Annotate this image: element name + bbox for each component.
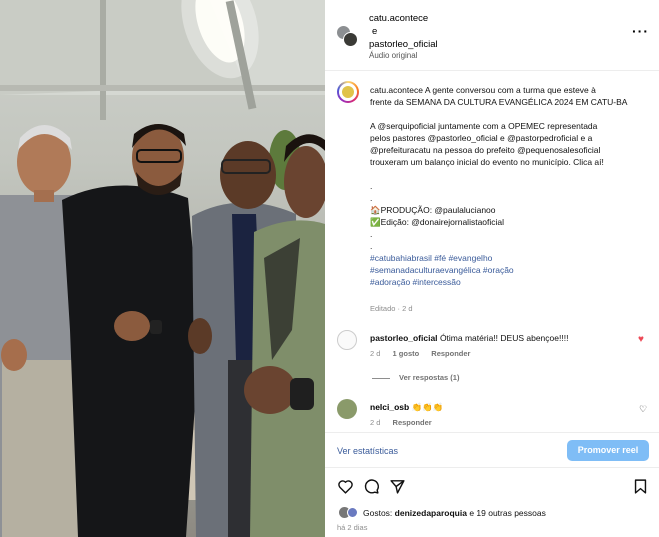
caption-line: trouxeram um balanço inicial do evento n…	[370, 157, 604, 167]
stats-bar: Ver estatísticas Promover reel	[325, 432, 659, 468]
liked-heart-icon[interactable]: ♥	[638, 334, 644, 345]
comment-meta: 2 d 1 gosto Responder	[370, 349, 470, 358]
likes-rest[interactable]: e 19 outras pessoas	[469, 508, 546, 518]
comment-1: pastorleo_oficial Ótima matéria!! DEUS a…	[325, 322, 659, 392]
audio-label[interactable]: Áudio original	[369, 51, 417, 60]
reply-button[interactable]: Responder	[431, 349, 470, 358]
comment-avatar[interactable]	[337, 399, 357, 419]
caption-line: frente da SEMANA DA CULTURA EVANGÉLICA 2…	[370, 97, 628, 107]
caption-hashtags[interactable]: #catubahiabrasil #fé #evangelho	[370, 252, 655, 264]
comment-icon[interactable]	[363, 478, 380, 495]
photo-illustration	[0, 0, 325, 537]
caption-line	[370, 108, 655, 120]
avatar-pastorleo[interactable]	[343, 32, 358, 47]
header-conjunction: e	[372, 26, 378, 37]
caption-line: .	[370, 193, 373, 203]
comment-avatar[interactable]	[337, 330, 357, 350]
likes-prefix: Gostos:	[363, 508, 393, 518]
post-side-panel: catu.acontece e pastorleo_oficial Áudio …	[325, 0, 659, 537]
comment-likes[interactable]: 1 gosto	[393, 349, 420, 358]
caption-line	[370, 168, 655, 180]
view-replies-button[interactable]: Ver respostas (1)	[372, 373, 459, 382]
comment-username[interactable]: nelci_osb	[370, 402, 409, 412]
caption: catu.acontece A gente conversou com a tu…	[325, 71, 659, 321]
header-username-1[interactable]: catu.acontece	[369, 13, 428, 24]
header-username-2[interactable]: pastorleo_oficial	[369, 39, 438, 50]
post-photo[interactable]	[0, 0, 325, 537]
caption-line: @prefeituracatu na pessoa do prefeito @p…	[370, 145, 601, 155]
caption-line: 🏠PRODUÇÃO: @paulalucianoo	[370, 205, 496, 215]
caption-line: .	[370, 181, 373, 191]
post-time: há 2 dias	[337, 523, 368, 532]
caption-line: .	[370, 241, 373, 251]
caption-hashtags[interactable]: #adoração #intercessão	[370, 276, 655, 288]
caption-line: ✅Edição: @donairejornalistaoficial	[370, 217, 505, 227]
caption-line: catu.acontece A gente conversou com a tu…	[370, 85, 596, 95]
caption-line: .	[370, 229, 373, 239]
bookmark-icon[interactable]	[632, 478, 649, 495]
replies-divider	[372, 377, 390, 379]
caption-avatar[interactable]	[337, 81, 359, 103]
caption-line: A @serquipoficial juntamente com a OPEME…	[370, 121, 598, 131]
comment-age: 2 d	[370, 349, 381, 358]
caption-meta: Editado · 2 d	[370, 304, 413, 313]
heart-icon[interactable]: ♡	[639, 404, 647, 415]
view-stats-link[interactable]: Ver estatísticas	[337, 446, 398, 456]
reply-button[interactable]: Responder	[393, 418, 432, 427]
likes-summary[interactable]: Gostos: denizedaparoquia e 19 outras pes…	[363, 508, 546, 518]
more-options-icon[interactable]: ···	[632, 24, 649, 38]
promote-reel-button[interactable]: Promover reel	[567, 440, 649, 461]
post-actions: Gostos: denizedaparoquia e 19 outras pes…	[325, 468, 659, 537]
likes-username[interactable]: denizedaparoquia	[395, 508, 467, 518]
share-icon[interactable]	[389, 478, 406, 495]
liker-avatar	[347, 507, 358, 518]
comment-body: Ótima matéria!! DEUS abençoe!!!!	[439, 333, 569, 343]
caption-line: pelos pastores @pastorleo_oficial e @pas…	[370, 133, 593, 143]
caption-hashtags[interactable]: #semanadaculturaevangélica #oração	[370, 264, 655, 276]
comment-meta: 2 d Responder	[370, 418, 432, 427]
view-replies-label: Ver respostas (1)	[399, 373, 460, 382]
heart-icon[interactable]	[337, 478, 354, 495]
comment-text: pastorleo_oficial Ótima matéria!! DEUS a…	[370, 333, 568, 343]
comment-text: nelci_osb 👏👏👏	[370, 402, 443, 413]
comment-2: nelci_osb 👏👏👏 2 d Responder ♡	[325, 392, 659, 432]
comment-username[interactable]: pastorleo_oficial	[370, 333, 438, 343]
caption-text: catu.acontece A gente conversou com a tu…	[370, 84, 655, 288]
comment-age: 2 d	[370, 418, 381, 427]
post-header: catu.acontece e pastorleo_oficial Áudio …	[325, 0, 659, 71]
comment-body: 👏👏👏	[411, 402, 444, 412]
